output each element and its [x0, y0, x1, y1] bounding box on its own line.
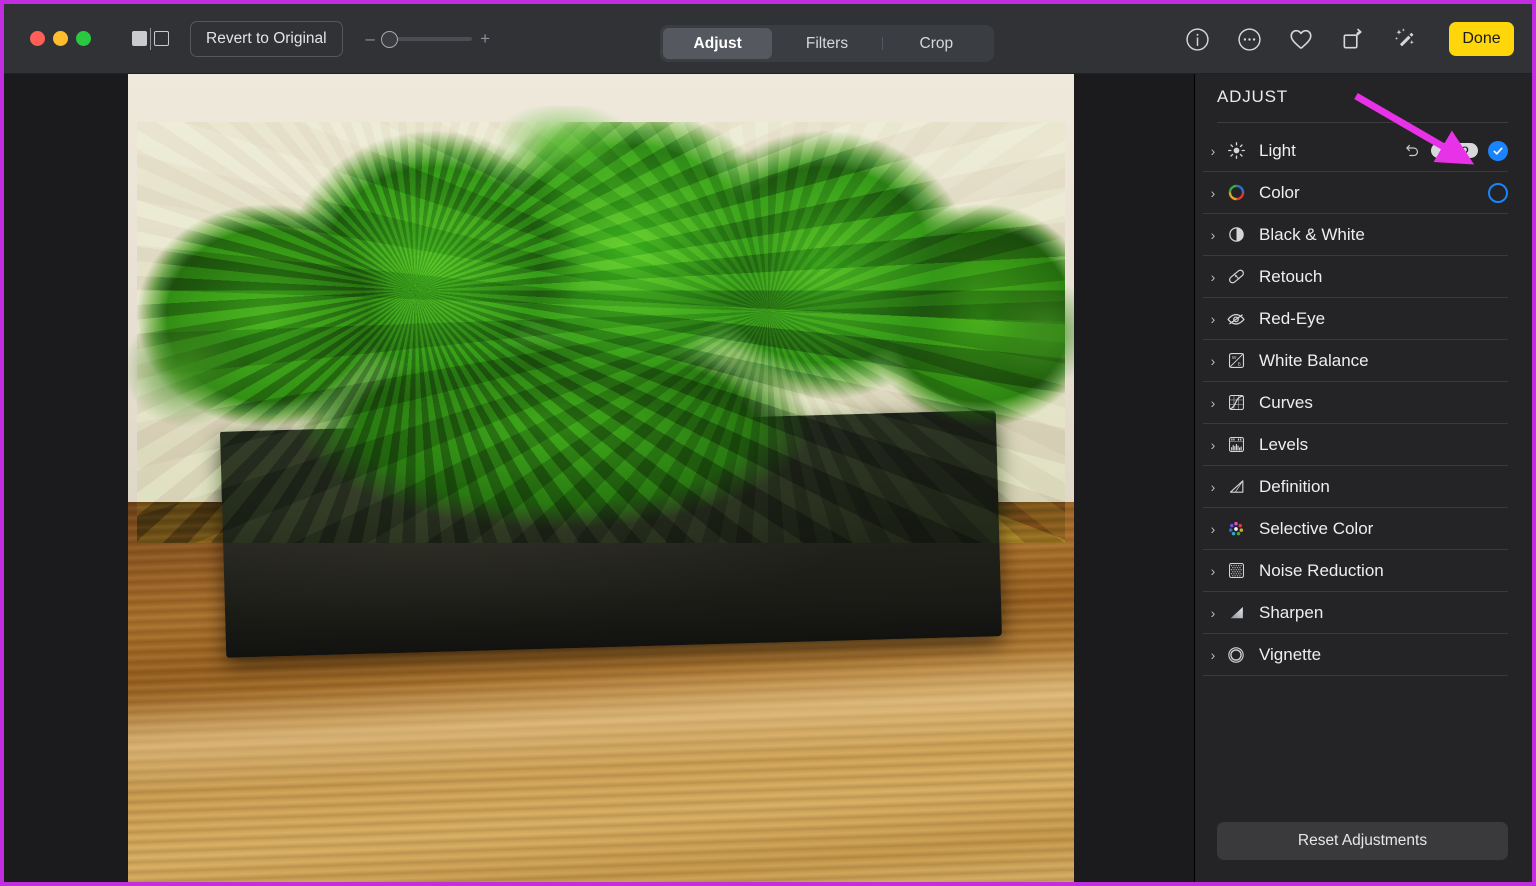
chevron-right-icon[interactable]: ›: [1203, 312, 1223, 326]
vignette-icon: [1223, 644, 1249, 666]
tab-adjust[interactable]: Adjust: [663, 28, 773, 59]
minimize-button[interactable]: [53, 31, 68, 46]
info-icon[interactable]: [1183, 25, 1211, 53]
edit-mode-tabs: Adjust Filters Crop: [660, 25, 994, 62]
revert-label: Revert to Original: [206, 29, 327, 47]
adjust-label-light: Light: [1259, 140, 1296, 160]
svg-text:B: B: [1237, 362, 1240, 368]
tab-crop-label: Crop: [919, 34, 954, 52]
adjust-label-definition: Definition: [1259, 476, 1330, 496]
chevron-right-icon[interactable]: ›: [1203, 396, 1223, 410]
adjust-label-sharpen: Sharpen: [1259, 602, 1324, 622]
auto-enhance-icon[interactable]: [1391, 25, 1419, 53]
adjust-label-curves: Curves: [1259, 392, 1313, 412]
panel-title: ADJUST: [1217, 87, 1288, 106]
done-label: Done: [1462, 30, 1501, 47]
tab-adjust-label: Adjust: [693, 34, 742, 52]
toolbar-right-actions: Done: [1183, 4, 1514, 74]
color-wheel-icon: [1223, 182, 1249, 204]
panel-title-divider: [1217, 122, 1508, 123]
adjust-label-selective-color: Selective Color: [1259, 518, 1374, 538]
noise-reduction-icon: [1223, 560, 1249, 582]
zoom-in-icon[interactable]: +: [480, 30, 491, 47]
split-view-outline-square: [153, 31, 169, 46]
adjust-row-noise-reduction[interactable]: › Noise Reduction: [1203, 550, 1508, 592]
zoom-button[interactable]: [76, 31, 91, 46]
heart-icon[interactable]: [1287, 25, 1315, 53]
sun-icon: [1223, 140, 1249, 162]
bandage-icon: [1223, 266, 1249, 288]
tab-filters[interactable]: Filters: [772, 28, 881, 59]
chevron-right-icon[interactable]: ›: [1203, 564, 1223, 578]
adjust-rows: › Light AUTO › Color › Black & White › R…: [1195, 130, 1532, 676]
window-controls: [30, 31, 91, 46]
eye-slash-icon: [1223, 308, 1249, 330]
adjust-row-curves[interactable]: › Curves: [1203, 382, 1508, 424]
adjust-label-black-and-white: Black & White: [1259, 224, 1365, 244]
adjust-panel: ADJUST › Light AUTO › Color › Black & Wh…: [1194, 74, 1532, 882]
adjust-label-red-eye: Red-Eye: [1259, 308, 1326, 328]
annotated-screenshot-frame: Revert to Original – + Adjust Filters Cr…: [0, 0, 1536, 886]
reset-light-icon[interactable]: [1404, 142, 1421, 159]
adjust-row-vignette[interactable]: › Vignette: [1203, 634, 1508, 676]
adjust-label-vignette: Vignette: [1259, 644, 1322, 664]
split-view-filled-square: [131, 31, 147, 46]
adjust-label-white-balance: White Balance: [1259, 350, 1369, 370]
white-balance-icon: W B: [1223, 350, 1249, 372]
chevron-right-icon[interactable]: ›: [1203, 354, 1223, 368]
zoom-slider[interactable]: – +: [365, 30, 491, 48]
auto-badge[interactable]: AUTO: [1430, 142, 1478, 159]
chevron-right-icon[interactable]: ›: [1203, 270, 1223, 284]
adjust-row-sharpen[interactable]: › Sharpen: [1203, 592, 1508, 634]
adjust-row-white-balance[interactable]: › W B White Balance: [1203, 340, 1508, 382]
reset-adjustments-button[interactable]: Reset Adjustments: [1217, 822, 1508, 860]
curves-icon: [1223, 392, 1249, 414]
half-circle-icon: [1223, 224, 1249, 246]
revert-to-original-button[interactable]: Revert to Original: [190, 20, 343, 57]
adjust-label-retouch: Retouch: [1259, 266, 1323, 286]
more-options-icon[interactable]: [1235, 25, 1263, 53]
chevron-right-icon[interactable]: ›: [1203, 606, 1223, 620]
chevron-right-icon[interactable]: ›: [1203, 648, 1223, 662]
svg-text:W: W: [1231, 355, 1236, 361]
zoom-out-icon[interactable]: –: [365, 30, 376, 47]
zoom-slider-track[interactable]: [380, 30, 472, 48]
done-button[interactable]: Done: [1449, 22, 1514, 56]
adjust-row-black-and-white[interactable]: › Black & White: [1203, 214, 1508, 256]
chevron-right-icon[interactable]: ›: [1203, 144, 1223, 158]
window-toolbar: Revert to Original – + Adjust Filters Cr…: [4, 4, 1532, 74]
light-toggle-checkbox[interactable]: [1488, 140, 1508, 161]
rotate-icon[interactable]: [1339, 25, 1367, 53]
tab-crop[interactable]: Crop: [881, 28, 991, 59]
split-view-divider: [149, 27, 151, 50]
adjust-row-light[interactable]: › Light AUTO: [1203, 130, 1508, 172]
chevron-right-icon[interactable]: ›: [1203, 186, 1223, 200]
adjust-label-color: Color: [1259, 182, 1300, 202]
close-button[interactable]: [30, 31, 45, 46]
photo-moss-edges: [128, 106, 1074, 559]
selective-color-icon: [1223, 518, 1249, 540]
chevron-right-icon[interactable]: ›: [1203, 228, 1223, 242]
chevron-right-icon[interactable]: ›: [1203, 480, 1223, 494]
chevron-right-icon[interactable]: ›: [1203, 438, 1223, 452]
sharpen-icon: [1223, 602, 1249, 624]
photo-image[interactable]: [128, 74, 1074, 882]
adjust-row-selective-color[interactable]: › Selective Color: [1203, 508, 1508, 550]
adjust-row-definition[interactable]: › Definition: [1203, 466, 1508, 508]
reset-adjustments-label: Reset Adjustments: [1297, 832, 1428, 849]
adjust-label-levels: Levels: [1259, 434, 1309, 454]
adjust-label-noise-reduction: Noise Reduction: [1259, 560, 1384, 580]
tab-filters-label: Filters: [805, 34, 849, 52]
levels-icon: [1223, 434, 1249, 456]
adjust-row-levels[interactable]: › Levels: [1203, 424, 1508, 466]
adjust-row-color[interactable]: › Color: [1203, 172, 1508, 214]
color-toggle-checkbox[interactable]: [1488, 182, 1508, 203]
chevron-right-icon[interactable]: ›: [1203, 522, 1223, 536]
photo-canvas[interactable]: [4, 74, 1194, 882]
adjust-row-red-eye[interactable]: › Red-Eye: [1203, 298, 1508, 340]
split-view-icon[interactable]: [128, 25, 172, 53]
zoom-slider-knob[interactable]: [380, 30, 398, 48]
adjust-row-retouch[interactable]: › Retouch: [1203, 256, 1508, 298]
definition-icon: [1223, 476, 1249, 498]
